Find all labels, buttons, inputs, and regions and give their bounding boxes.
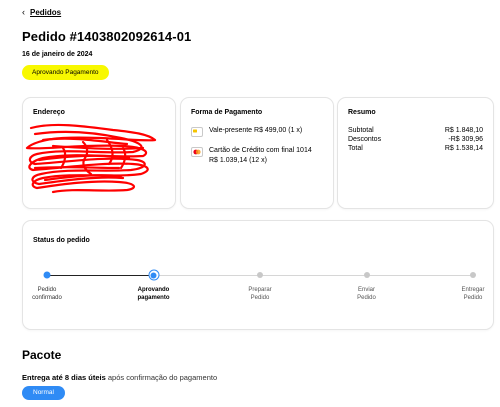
- progress-step-label-line: Enviar: [357, 287, 375, 293]
- progress-step-label-line: Pedido: [37, 287, 57, 293]
- progress-step-label-line: Pedido: [250, 295, 270, 301]
- progress-step-label-line: Preparar: [248, 287, 272, 293]
- progress-step-label: Enviar Pedido: [337, 286, 397, 302]
- delivery-estimate-rest: após confirmação do pagamento: [105, 373, 218, 382]
- summary-label: Descontos: [348, 136, 382, 143]
- shipping-type-badge: Normal: [22, 386, 65, 400]
- progress-step-label-line: Aprovando: [137, 287, 170, 293]
- summary-value: -R$ 309,96: [448, 136, 483, 143]
- summary-card: Resumo Subtotal R$ 1.848,10 Descontos -R…: [337, 97, 494, 209]
- summary-row-discounts: Descontos -R$ 309,96: [348, 135, 483, 144]
- summary-card-title: Resumo: [348, 109, 376, 116]
- chevron-left-icon: ‹: [22, 7, 25, 17]
- progress-step-dot: [43, 271, 51, 279]
- payment-method-gift-card: Vale-presente R$ 499,00 (1 x): [191, 126, 302, 137]
- progress-step-label-line: confirmado: [32, 295, 62, 301]
- summary-label: Subtotal: [348, 127, 374, 134]
- summary-label: Total: [348, 145, 363, 152]
- progress-step-dot: [257, 272, 263, 278]
- progress-step-label-line: Pedido: [463, 295, 483, 301]
- mastercard-icon: [191, 147, 203, 157]
- summary-row-total: Total R$ 1.538,14: [348, 144, 483, 153]
- address-card: Endereço: [22, 97, 176, 209]
- payment-method-credit-card: Cartão de Crédito com final 1014 R$ 1.03…: [191, 146, 312, 166]
- progress-step-label: Pedido confirmado: [17, 286, 77, 302]
- status-badge: Aprovando Pagamento: [22, 65, 109, 80]
- payment-card-title: Forma de Pagamento: [191, 109, 263, 116]
- credit-card-amount: R$ 1.039,14 (12 x): [209, 157, 267, 164]
- delivery-estimate: Entrega até 8 dias úteis após confirmaçã…: [22, 373, 217, 382]
- delivery-estimate-bold: Entrega até 8 dias úteis: [22, 373, 106, 382]
- summary-value: R$ 1.848,10: [444, 127, 483, 134]
- progress-step-label-line: pagamento: [137, 295, 170, 301]
- progress-step-label: Entregar Pedido: [443, 286, 500, 302]
- summary-row-subtotal: Subtotal R$ 1.848,10: [348, 126, 483, 135]
- progress-step-label: Preparar Pedido: [230, 286, 290, 302]
- progress-step-dot: [148, 269, 159, 281]
- progress-step-label: Aprovando pagamento: [124, 286, 184, 302]
- progress-step-dot-inner: [150, 272, 157, 278]
- back-to-orders-link[interactable]: ‹ Pedidos: [22, 7, 62, 18]
- gift-card-amount: Vale-presente R$ 499,00 (1 x): [209, 127, 303, 134]
- progress-step-label-line: Entregar: [461, 287, 485, 293]
- progress-step-dot: [470, 272, 476, 278]
- summary-value: R$ 1.538,14: [444, 145, 483, 152]
- progress-step-dot: [363, 272, 370, 278]
- page-title: Pedido #1403802092614-01: [22, 29, 192, 44]
- order-date: 16 de janeiro de 2024: [22, 51, 93, 58]
- order-status-title: Status do pedido: [33, 237, 90, 244]
- progress-step-label-line: Pedido: [357, 295, 376, 301]
- back-link-label: Pedidos: [30, 8, 62, 17]
- gift-card-icon: [191, 127, 203, 137]
- package-title: Pacote: [22, 348, 62, 362]
- progress-track-completed: [47, 274, 154, 277]
- redaction-scribble: [25, 123, 157, 194]
- payment-card: Forma de Pagamento Vale-presente R$ 499,…: [180, 97, 334, 209]
- credit-card-description: Cartão de Crédito com final 1014: [209, 147, 312, 154]
- address-card-title: Endereço: [33, 109, 65, 116]
